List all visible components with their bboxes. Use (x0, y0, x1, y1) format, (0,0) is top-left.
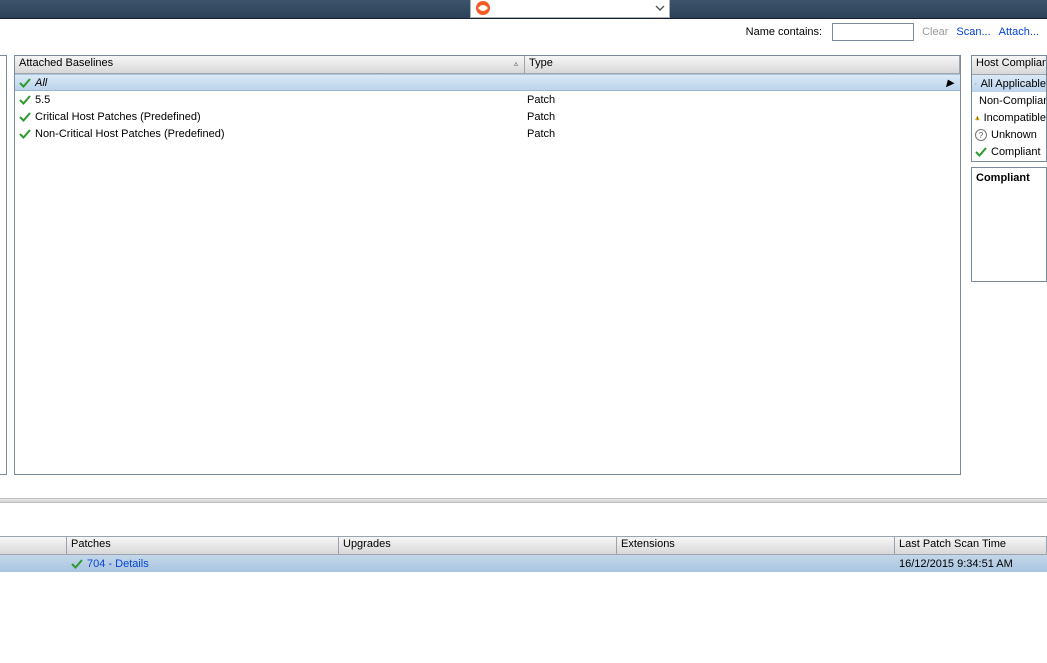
question-icon: ? (975, 129, 987, 141)
window-titlebar (0, 0, 1047, 19)
hosts-table-header: Patches Upgrades Extensions Last Patch S… (0, 536, 1047, 555)
column-header-type[interactable]: Type (525, 56, 960, 73)
baseline-type: Patch (525, 94, 960, 106)
column-header-empty[interactable] (0, 537, 67, 554)
clear-link[interactable]: Clear (922, 26, 948, 38)
arrow-right-icon: ▶ (946, 78, 954, 89)
column-header-type-label: Type (529, 57, 553, 69)
column-header-patches[interactable]: Patches (67, 537, 339, 554)
dropdown-icon[interactable] (655, 3, 665, 13)
compliance-item-label: Compliant (991, 146, 1041, 158)
check-icon (19, 77, 31, 89)
baseline-row-all[interactable]: All ▶ (15, 74, 960, 91)
sort-ascending-icon: ▵ (514, 59, 518, 68)
warning-icon (975, 112, 980, 124)
compliance-item-compliant[interactable]: Compliant (972, 143, 1046, 160)
check-icon (71, 558, 83, 570)
compliance-item-all[interactable]: All Applicable (972, 75, 1046, 92)
baseline-type: Patch (525, 111, 960, 123)
compliance-item-label: Incompatible (984, 112, 1046, 124)
left-panel-collapsed[interactable] (0, 55, 7, 475)
hosts-summary-table: Patches Upgrades Extensions Last Patch S… (0, 536, 1047, 572)
compliance-item-noncompliant[interactable]: Non-Compliant (972, 92, 1046, 109)
check-icon (975, 146, 987, 158)
baselines-grid-body: All ▶ 5.5 Patch Critical Host Patches (P… (15, 74, 960, 475)
compliance-header[interactable]: Host Compliance (972, 56, 1046, 75)
column-label: Extensions (621, 538, 675, 550)
search-box-frame (470, 0, 670, 18)
name-contains-label: Name contains: (746, 26, 822, 38)
last-scan-cell: 16/12/2015 9:34:51 AM (895, 558, 1047, 570)
splitter-bar[interactable] (0, 498, 1047, 503)
column-header-upgrades[interactable]: Upgrades (339, 537, 617, 554)
baseline-all-label: All (35, 77, 47, 89)
swirl-icon (475, 0, 491, 16)
scan-link[interactable]: Scan... (956, 26, 990, 38)
host-compliance-panel: Host Compliance All Applicable Non-Compl… (971, 55, 1047, 162)
baselines-grid-header: Attached Baselines ▵ Type (15, 56, 960, 74)
compliance-item-label: Unknown (991, 129, 1037, 141)
check-icon (19, 128, 31, 140)
compliance-item-unknown[interactable]: ? Unknown (972, 126, 1046, 143)
baseline-name: Non-Critical Host Patches (Predefined) (35, 128, 225, 140)
name-contains-input[interactable] (832, 23, 914, 41)
attach-link[interactable]: Attach... (999, 26, 1039, 38)
svg-text:?: ? (979, 131, 984, 140)
stack-icon (975, 78, 977, 90)
baseline-name: 5.5 (35, 94, 50, 106)
column-header-baselines-label: Attached Baselines (19, 57, 113, 69)
patches-details-link[interactable]: 704 - Details (87, 558, 149, 570)
baseline-row[interactable]: Non-Critical Host Patches (Predefined) P… (15, 125, 960, 142)
baseline-row[interactable]: Critical Host Patches (Predefined) Patch (15, 108, 960, 125)
compliance-status-summary: Compliant (971, 167, 1047, 282)
column-header-last-scan[interactable]: Last Patch Scan Time (895, 537, 1047, 554)
baseline-name: Critical Host Patches (Predefined) (35, 111, 201, 123)
compliance-status-label: Compliant (976, 172, 1030, 184)
check-icon (19, 111, 31, 123)
column-label: Last Patch Scan Time (899, 538, 1006, 550)
column-label: Upgrades (343, 538, 391, 550)
column-header-baselines[interactable]: Attached Baselines ▵ (15, 56, 525, 73)
compliance-item-label: All Applicable (981, 78, 1046, 90)
column-header-extensions[interactable]: Extensions (617, 537, 895, 554)
compliance-item-incompatible[interactable]: Incompatible (972, 109, 1046, 126)
check-icon (19, 94, 31, 106)
main-area: Attached Baselines ▵ Type All ▶ 5.5 (0, 45, 1047, 479)
hosts-table-row[interactable]: 704 - Details 16/12/2015 9:34:51 AM (0, 555, 1047, 572)
filter-toolbar: Name contains: Clear Scan... Attach... (0, 19, 1047, 45)
compliance-item-label: Non-Compliant (979, 95, 1046, 107)
column-label: Patches (71, 538, 111, 550)
baseline-type: Patch (525, 128, 960, 140)
baseline-row[interactable]: 5.5 Patch (15, 91, 960, 108)
baselines-panel: Attached Baselines ▵ Type All ▶ 5.5 (14, 55, 961, 475)
